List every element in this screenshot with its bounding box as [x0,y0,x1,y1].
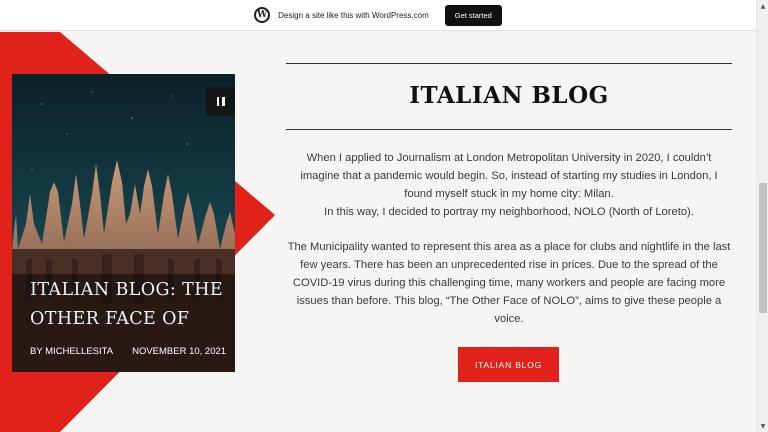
body-line: voice. [494,313,524,325]
intro-line: When I applied to Journalism at London M… [306,152,712,164]
scroll-up-arrow-icon[interactable]: ▲ [757,0,768,12]
intro-paragraph: When I applied to Journalism at London M… [286,149,732,221]
card-author[interactable]: BY MICHELLESITA [30,346,113,357]
page-title: ITALIAN BLOG [409,82,609,109]
scroll-thumb[interactable] [759,183,767,313]
vertical-scrollbar[interactable]: ▲ ▼ [756,0,768,432]
title-top-rule [286,63,732,64]
promo-text: Design a site like this with WordPress.c… [278,10,429,20]
pause-icon [216,97,219,106]
card-meta: BY MICHELLESITA NOVEMBER 10, 2021 [30,346,226,357]
pause-button[interactable] [206,87,235,116]
intro-line: found myself stuck in my home city: Mila… [404,188,614,200]
italian-blog-button[interactable]: ITALIAN BLOG [458,347,559,382]
title-bottom-rule [286,129,732,130]
body-line: The Municipality wanted to represent thi… [287,241,731,253]
wordpress-promo-bar: W Design a site like this with WordPress… [0,0,756,31]
intro-line: In this way, I decided to portray my nei… [324,206,694,218]
scroll-down-arrow-icon[interactable]: ▼ [757,420,768,432]
wordpress-logo-icon[interactable]: W [254,7,271,23]
card-date[interactable]: NOVEMBER 10, 2021 [132,346,226,357]
intro-line: imagine that a pandemic would begin. So,… [300,170,718,182]
body-line: few years. There has been an unprecedent… [300,259,718,271]
card-title[interactable]: ITALIAN BLOG: THE OTHER FACE OF NOLO [30,276,225,333]
body-paragraph: The Municipality wanted to represent thi… [286,238,732,328]
get-started-button[interactable]: Get started [444,4,502,26]
body-line: COVID-19 virus during this challenging t… [292,277,726,289]
featured-post-card[interactable]: ITALIAN BLOG: THE OTHER FACE OF NOLO BY … [12,74,235,372]
body-line: issues than before. This blog, “The Othe… [296,295,722,307]
